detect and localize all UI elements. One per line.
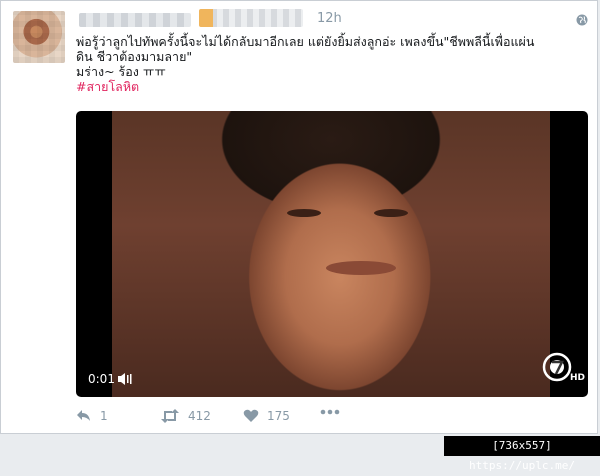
- retweet-icon: [161, 409, 179, 423]
- frame-mouth: [326, 261, 396, 275]
- hd-badge: HD: [570, 373, 586, 383]
- avatar[interactable]: [13, 11, 65, 63]
- tweet-timestamp[interactable]: 12h: [317, 11, 342, 26]
- frame-eye: [374, 209, 408, 217]
- tweet-line: พ่อรู้ว่าลูกไปทัพครั้งนี้จะไม่ได้กลับมาอ…: [76, 34, 535, 49]
- globe-icon: [576, 14, 588, 26]
- retweet-count: 412: [188, 409, 211, 423]
- tweet-line: ดิน ชีวาต้องมามลาย": [76, 49, 193, 64]
- channel7-logo: [542, 352, 572, 382]
- tweet-text: พ่อรู้ว่าลูกไปทัพครั้งนี้จะไม่ได้กลับมาอ…: [76, 34, 586, 94]
- more-button[interactable]: [320, 409, 348, 415]
- video-player[interactable]: 0:01 HD: [76, 111, 588, 397]
- tweet-actions: 1 412 175: [76, 409, 396, 427]
- reply-icon: [77, 410, 90, 421]
- video-time: 0:01: [88, 372, 115, 386]
- tweet-line: มร่าง~ ร้อง ㅠㅠ: [76, 64, 166, 79]
- retweet-button[interactable]: 412: [160, 409, 211, 423]
- reply-button[interactable]: 1: [76, 409, 108, 423]
- like-icon: [243, 409, 259, 422]
- hashtag-link[interactable]: #สายโลหิต: [76, 79, 586, 94]
- image-watermark: [736x557] https://uplc.me/: [444, 436, 600, 472]
- tweet-card: 12h พ่อรู้ว่าลูกไปทัพครั้งนี้จะไม่ได้กลั…: [0, 0, 598, 434]
- video-frame: [112, 111, 550, 397]
- like-button[interactable]: 175: [243, 409, 290, 423]
- more-icon: [320, 409, 340, 415]
- author-handle-redacted[interactable]: [199, 9, 303, 27]
- like-count: 175: [267, 409, 290, 423]
- author-name-redacted[interactable]: [79, 13, 191, 27]
- volume-icon[interactable]: [118, 373, 132, 385]
- reply-count: 1: [100, 409, 108, 423]
- frame-eye: [287, 209, 321, 217]
